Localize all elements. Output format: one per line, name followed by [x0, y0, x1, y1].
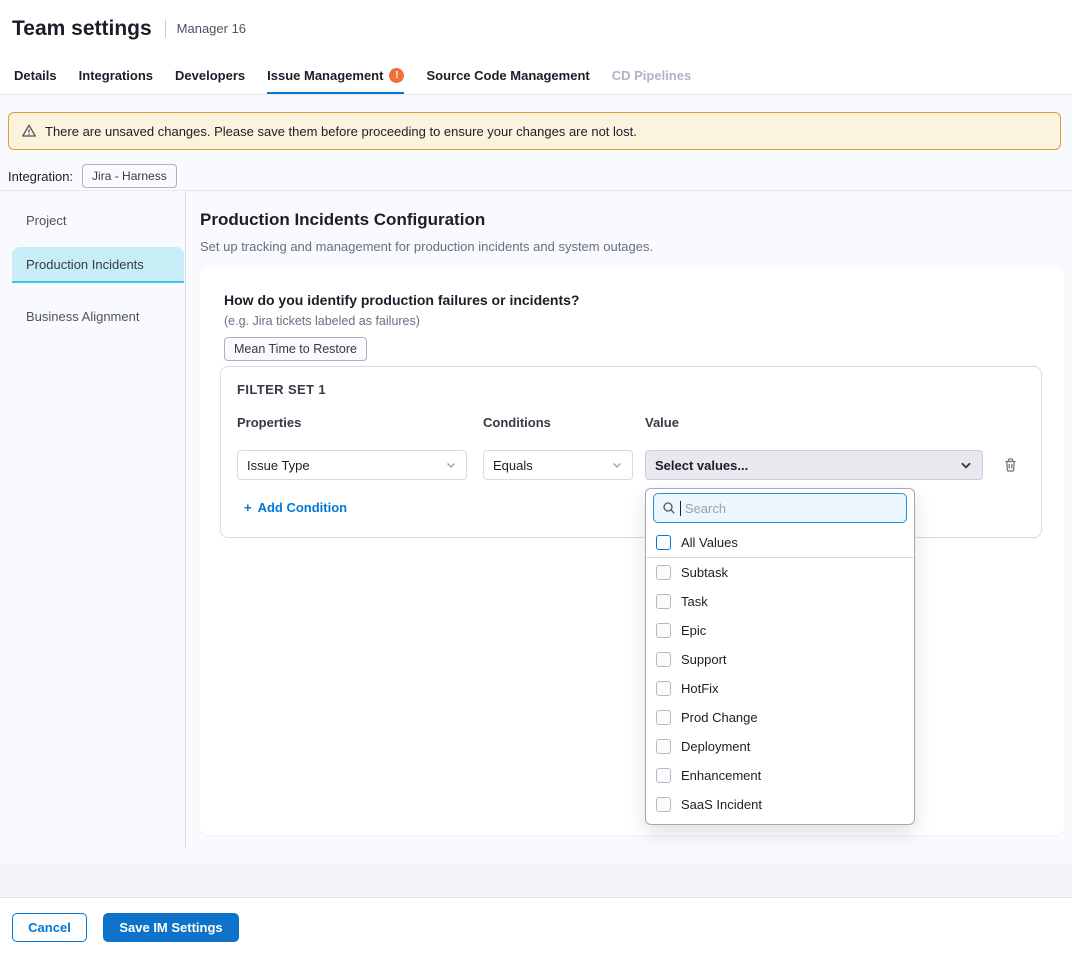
sidebar-item-production-incidents[interactable]: Production Incidents — [12, 247, 184, 283]
sidebar-divider — [185, 191, 186, 848]
section-title: Production Incidents Configuration — [200, 210, 485, 230]
option-enhancement[interactable]: Enhancement — [646, 761, 914, 790]
sidebar-item-business-alignment[interactable]: Business Alignment — [12, 298, 184, 334]
integration-label: Integration: — [8, 169, 73, 184]
option-deployment[interactable]: Deployment — [646, 732, 914, 761]
delete-condition-button[interactable] — [1001, 456, 1019, 474]
option-support[interactable]: Support — [646, 645, 914, 674]
checkbox[interactable] — [656, 652, 671, 667]
tab-issue-management[interactable]: Issue Management ! — [267, 57, 404, 94]
text-cursor — [680, 501, 681, 516]
option-all-values[interactable]: All Values — [646, 527, 914, 557]
question-hint: (e.g. Jira tickets labeled as failures) — [224, 314, 420, 328]
checkbox[interactable] — [656, 623, 671, 638]
section-divider — [0, 190, 1072, 191]
checkbox[interactable] — [656, 768, 671, 783]
option-hotfix[interactable]: HotFix — [646, 674, 914, 703]
team-name: Manager 16 — [177, 21, 246, 36]
integration-row: Integration: Jira - Harness — [8, 164, 177, 188]
search-icon — [662, 501, 676, 515]
filter-set-title: FILTER SET 1 — [237, 382, 326, 397]
chevron-down-icon — [445, 459, 457, 471]
chevron-down-icon — [959, 458, 973, 472]
tab-source-code-management[interactable]: Source Code Management — [426, 57, 589, 94]
section-subtitle: Set up tracking and management for produ… — [200, 239, 653, 254]
checkbox[interactable] — [656, 594, 671, 609]
option-subtask[interactable]: Subtask — [646, 558, 914, 587]
value-multiselect[interactable]: Select values... — [645, 450, 983, 480]
tab-cd-pipelines: CD Pipelines — [612, 57, 691, 94]
search-input[interactable] — [685, 501, 898, 516]
column-label-properties: Properties — [237, 415, 301, 430]
chevron-down-icon — [611, 459, 623, 471]
checkbox-all-values[interactable] — [656, 535, 671, 550]
page-header: Team settings Manager 16 — [0, 0, 1072, 57]
footer-spacer — [0, 863, 1072, 897]
question-label: How do you identify production failures … — [224, 292, 579, 308]
save-im-settings-button[interactable]: Save IM Settings — [103, 913, 239, 942]
checkbox[interactable] — [656, 797, 671, 812]
tab-integrations[interactable]: Integrations — [79, 57, 153, 94]
conditions-select[interactable]: Equals — [483, 450, 633, 480]
column-label-value: Value — [645, 415, 679, 430]
option-prod-change[interactable]: Prod Change — [646, 703, 914, 732]
option-saas-incident[interactable]: SaaS Incident — [646, 790, 914, 819]
page-title: Team settings — [12, 17, 152, 41]
metric-chip-mttr[interactable]: Mean Time to Restore — [224, 337, 367, 361]
sidebar-item-project[interactable]: Project — [12, 202, 184, 238]
warning-triangle-icon — [21, 123, 37, 139]
properties-select[interactable]: Issue Type — [237, 450, 467, 480]
banner-message: There are unsaved changes. Please save t… — [45, 124, 637, 139]
checkbox[interactable] — [656, 739, 671, 754]
dropdown-search[interactable] — [653, 493, 907, 523]
checkbox[interactable] — [656, 565, 671, 580]
checkbox[interactable] — [656, 710, 671, 725]
option-customer-notification[interactable]: Customer Notification — [646, 819, 914, 825]
checkbox[interactable] — [656, 681, 671, 696]
tab-developers[interactable]: Developers — [175, 57, 245, 94]
add-condition-button[interactable]: + Add Condition — [244, 500, 347, 515]
unsaved-changes-banner: There are unsaved changes. Please save t… — [8, 112, 1061, 150]
column-label-conditions: Conditions — [483, 415, 551, 430]
cancel-button[interactable]: Cancel — [12, 913, 87, 942]
option-task[interactable]: Task — [646, 587, 914, 616]
value-dropdown-panel: All Values Subtask Task Epic Support Hot… — [645, 488, 915, 825]
plus-icon: + — [244, 500, 252, 515]
option-epic[interactable]: Epic — [646, 616, 914, 645]
tab-details[interactable]: Details — [14, 57, 57, 94]
integration-chip[interactable]: Jira - Harness — [82, 164, 177, 188]
alert-badge-icon: ! — [389, 68, 404, 83]
title-divider — [165, 20, 166, 38]
tab-bar: Details Integrations Developers Issue Ma… — [0, 57, 1072, 95]
